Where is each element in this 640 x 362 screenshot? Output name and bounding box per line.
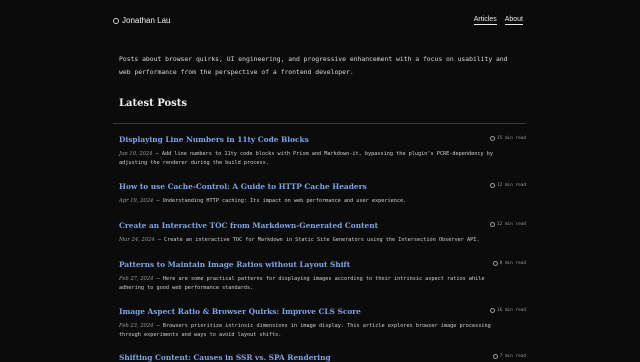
post-item: Patterns to Maintain Image Ratios withou… [119,260,526,293]
post-title-link[interactable]: How to use Cache-Control: A Guide to HTT… [119,182,526,191]
post-summary-text: Add line numbers to 11ty code blocks wit… [119,151,493,166]
site-header: Jonathan Lau Articles About [113,16,523,30]
post-summary: Feb 23, 2024 — Browsers prioritize intri… [119,322,504,340]
read-time-label: 16 min read [496,308,526,313]
post-item: Shifting Content: Causes in SSR vs. SPA … [119,353,526,362]
nav-about-link[interactable]: About [504,16,523,25]
post-item: Displaying Line Numbers in 11ty Code Blo… [119,135,526,168]
post-date: Jun 10, 2024 [119,151,153,157]
post-title-link[interactable]: Shifting Content: Causes in SSR vs. SPA … [119,353,526,362]
read-time: 8 min read [492,261,526,266]
section-title: Latest Posts [119,98,188,109]
post-summary: Feb 27, 2024 — Here are some practical p… [119,275,504,293]
post-separator: — [156,198,160,204]
nav-articles-link[interactable]: Articles [473,16,497,25]
post-summary: Jun 10, 2024 — Add line numbers to 11ty … [119,150,504,168]
read-time-label: 12 min read [496,222,526,227]
post-summary-text: Here are some practical patterns for dis… [119,276,485,291]
clock-icon [489,308,495,313]
clock-icon [489,183,495,188]
clock-icon [489,222,495,227]
read-time: 12 min read [489,222,526,227]
post-date: Feb 23, 2024 [119,323,154,329]
post-summary: Apr 19, 2024 — Understanding HTTP cachin… [119,197,504,206]
site-intro: Posts about browser quirks, UI engineeri… [119,55,508,76]
site-brand[interactable]: Jonathan Lau [113,16,171,25]
post-summary-text: Create an interactive TOC for Markdown i… [164,237,480,243]
post-separator: — [156,276,160,282]
post-separator: — [155,151,159,157]
read-time-label: 12 min read [496,183,526,188]
post-item: Image Aspect Ratio & Browser Quirks: Imp… [119,307,526,340]
read-time: 7 min read [492,354,526,359]
read-time: 15 min read [489,136,526,141]
post-separator: — [157,237,161,243]
read-time: 12 min read [489,183,526,188]
post-title-link[interactable]: Image Aspect Ratio & Browser Quirks: Imp… [119,307,526,316]
post-title-link[interactable]: Create an Interactive TOC from Markdown-… [119,221,526,230]
post-summary: Mar 24, 2024 — Create an interactive TOC… [119,236,504,245]
post-date: Apr 19, 2024 [119,198,154,204]
logo-circle-icon [113,17,119,24]
post-date: Feb 27, 2024 [119,276,154,282]
read-time: 16 min read [489,308,526,313]
post-item: How to use Cache-Control: A Guide to HTT… [119,182,526,206]
post-separator: — [156,323,160,329]
main-nav: Articles About [473,16,523,25]
post-title-link[interactable]: Displaying Line Numbers in 11ty Code Blo… [119,135,526,144]
clock-icon [492,261,498,266]
post-item: Create an Interactive TOC from Markdown-… [119,221,526,245]
read-time-label: 8 min read [499,261,526,266]
read-time-label: 15 min read [496,136,526,141]
site-name: Jonathan Lau [122,16,171,25]
read-time-label: 7 min read [499,354,526,359]
clock-icon [492,354,498,359]
post-date: Mar 24, 2024 [119,237,155,243]
post-title-link[interactable]: Patterns to Maintain Image Ratios withou… [119,260,526,269]
post-summary-text: Browsers prioritize intrinsic dimensions… [119,323,491,338]
clock-icon [489,136,495,141]
post-summary-text: Understanding HTTP caching: Its impact o… [162,198,407,204]
section-divider [113,123,526,124]
